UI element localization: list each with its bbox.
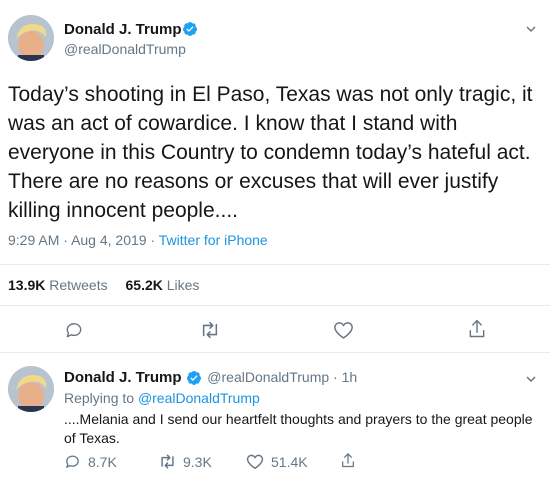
likes-label: Likes: [166, 277, 200, 293]
avatar[interactable]: [8, 15, 54, 61]
like-count: 51.4K: [271, 454, 308, 470]
heart-icon[interactable]: [246, 453, 264, 470]
heart-icon[interactable]: [333, 320, 354, 340]
reply-count: 8.7K: [88, 454, 117, 470]
likes-stat[interactable]: 65.2K Likes: [126, 277, 200, 293]
handle[interactable]: @realDonaldTrump: [207, 369, 329, 385]
retweet-icon[interactable]: [199, 320, 221, 340]
reply-header: Donald J. Trump @realDonaldTrump · 1h: [64, 369, 357, 386]
reply-text: ....Melania and I send our heartfelt tho…: [64, 411, 533, 446]
divider: [0, 264, 550, 265]
chevron-down-icon[interactable]: [525, 22, 537, 34]
retweets-stat[interactable]: 13.9K Retweets: [8, 277, 112, 293]
tweet-text: Today’s shooting in El Paso, Texas was n…: [8, 83, 533, 222]
verified-badge-icon: [182, 21, 198, 37]
retweets-count: 13.9K: [8, 277, 46, 293]
share-icon[interactable]: [340, 451, 356, 470]
chevron-down-icon[interactable]: [525, 372, 537, 384]
reply-icon[interactable]: [64, 453, 81, 470]
separator: ·: [150, 232, 156, 248]
likes-count: 65.2K: [125, 277, 163, 293]
replying-to: Replying to @realDonaldTrump: [64, 390, 260, 406]
timestamp-row: 9:29 AM · Aug 4, 2019 · Twitter for iPho…: [8, 232, 268, 248]
retweets-label: Retweets: [49, 277, 108, 293]
separator: ·: [63, 232, 68, 248]
display-name[interactable]: Donald J. Trump: [64, 369, 182, 386]
separator: ·: [333, 369, 338, 385]
tweet-source-link[interactable]: Twitter for iPhone: [159, 232, 268, 248]
stats-row: 13.9K Retweets 65.2K Likes: [8, 277, 199, 293]
divider: [0, 305, 550, 306]
share-icon[interactable]: [467, 318, 487, 340]
reply-icon[interactable]: [64, 320, 84, 340]
tweet-time[interactable]: 9:29 AM: [8, 232, 59, 248]
divider: [0, 352, 550, 353]
display-name[interactable]: Donald J. Trump: [64, 21, 182, 38]
verified-badge-icon: [186, 370, 202, 386]
tweet-age[interactable]: 1h: [342, 369, 358, 385]
tweet-date[interactable]: Aug 4, 2019: [71, 232, 147, 248]
replying-to-label: Replying to: [64, 390, 135, 406]
retweet-count: 9.3K: [183, 454, 212, 470]
avatar[interactable]: [8, 366, 54, 412]
handle[interactable]: @realDonaldTrump: [64, 41, 186, 57]
retweet-icon[interactable]: [158, 453, 177, 470]
replying-to-link[interactable]: @realDonaldTrump: [138, 390, 260, 406]
